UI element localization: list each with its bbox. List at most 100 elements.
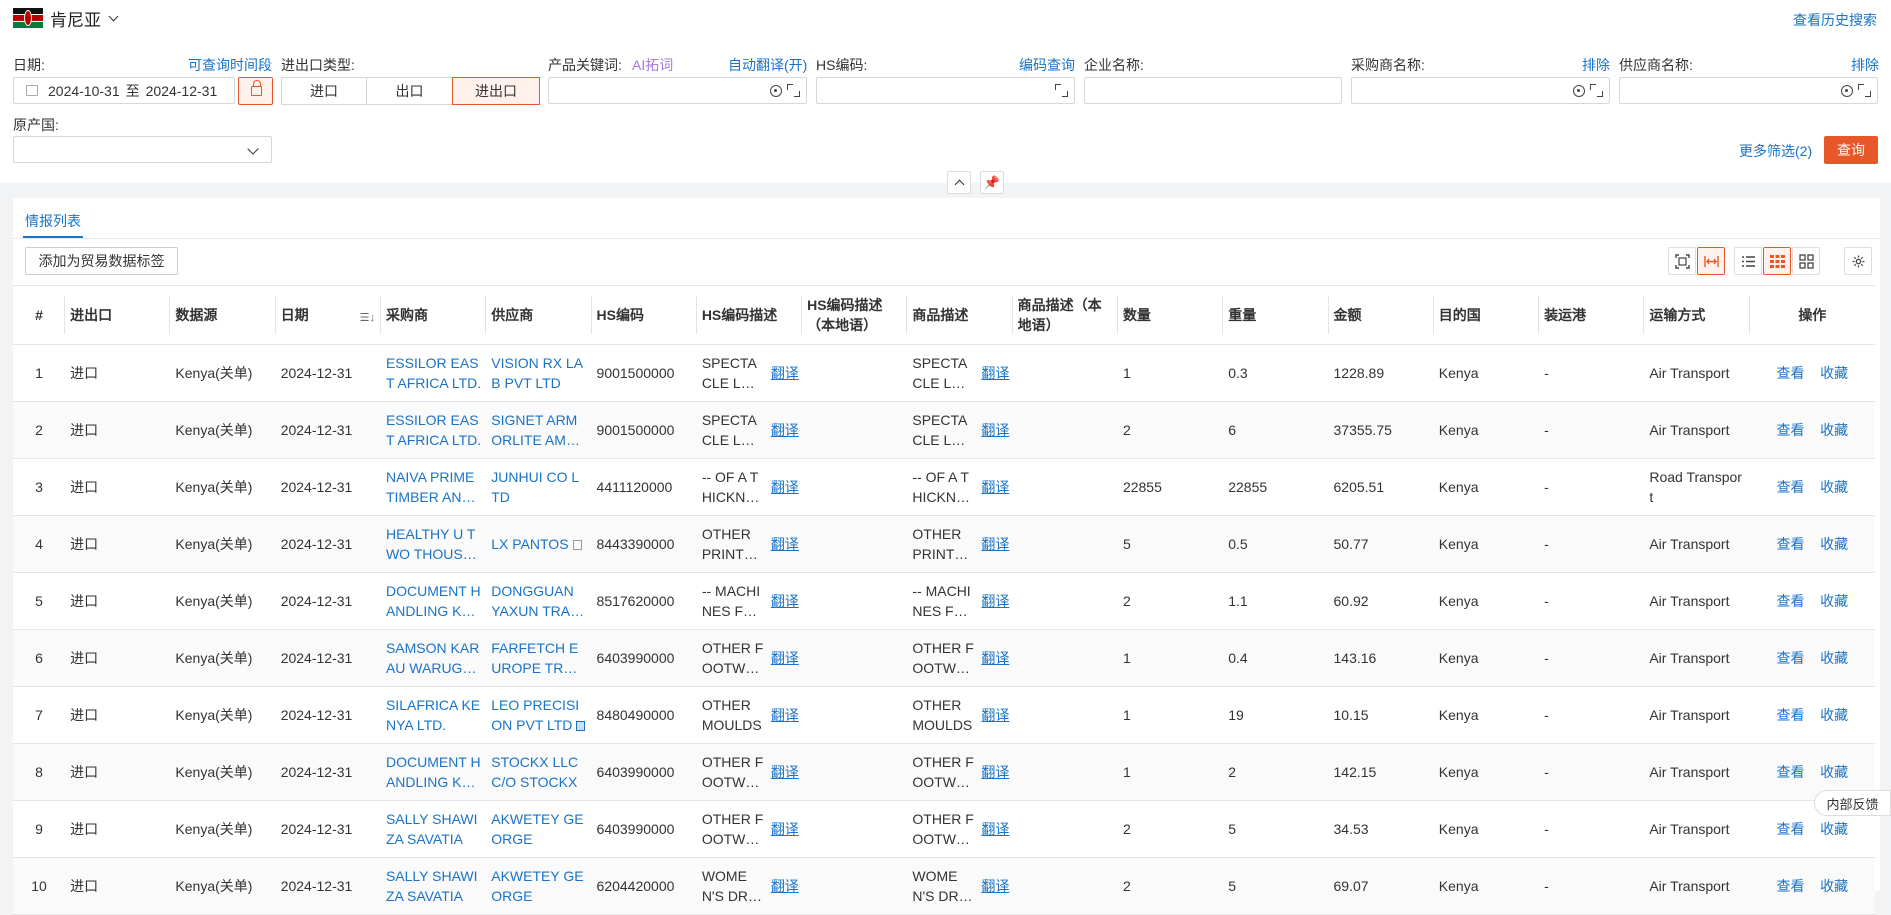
view-link[interactable]: 查看 xyxy=(1777,650,1805,666)
translate-link[interactable]: 翻译 xyxy=(981,363,1009,383)
auto-translate-toggle[interactable]: 自动翻译(开) xyxy=(728,55,807,75)
ai-target-icon[interactable] xyxy=(1841,85,1853,97)
translate-link[interactable]: 翻译 xyxy=(981,705,1009,725)
translate-link[interactable]: 翻译 xyxy=(771,420,799,440)
list-view-icon[interactable] xyxy=(1734,247,1762,275)
trade-type-export[interactable]: 出口 xyxy=(366,77,453,105)
expand-icon[interactable] xyxy=(1055,84,1068,97)
expand-icon[interactable] xyxy=(1590,84,1603,97)
internal-feedback-button[interactable]: 内部反馈 xyxy=(1814,790,1891,816)
supplier-exclude-link[interactable]: 排除 xyxy=(1851,55,1879,75)
buyer-name-input[interactable] xyxy=(1351,77,1610,104)
collect-link[interactable]: 收藏 xyxy=(1820,821,1848,837)
settings-gear-icon[interactable] xyxy=(1844,247,1872,275)
translate-link[interactable]: 翻译 xyxy=(771,363,799,383)
translate-link[interactable]: 翻译 xyxy=(981,477,1009,497)
collect-link[interactable]: 收藏 xyxy=(1820,878,1848,894)
view-link[interactable]: 查看 xyxy=(1777,422,1805,438)
trade-type-import[interactable]: 进口 xyxy=(281,77,367,105)
view-link[interactable]: 查看 xyxy=(1777,593,1805,609)
fit-width-icon[interactable] xyxy=(1697,247,1725,275)
collect-link[interactable]: 收藏 xyxy=(1820,593,1848,609)
more-filters-link[interactable]: 更多筛选(2) xyxy=(1739,141,1812,161)
row-buyer-link[interactable]: ESSILOR EAST AFRICA LTD. xyxy=(386,353,481,393)
trade-type-both[interactable]: 进出口 xyxy=(452,77,540,105)
row-buyer-link[interactable]: DOCUMENT HANDLING KENYA xyxy=(386,752,481,792)
row-buyer-link[interactable]: DOCUMENT HANDLING KENYA xyxy=(386,581,481,621)
ai-target-icon[interactable] xyxy=(1573,85,1585,97)
translate-link[interactable]: 翻译 xyxy=(771,477,799,497)
lock-date-button[interactable] xyxy=(238,77,273,105)
ai-expand-link[interactable]: AI拓词 xyxy=(632,55,673,75)
row-supplier-link[interactable]: LX PANTOS xyxy=(491,534,586,554)
col-header-date[interactable]: 日期 ☰↓ xyxy=(275,285,381,345)
hs-code-input[interactable] xyxy=(816,77,1075,104)
row-buyer-link[interactable]: SALLY SHAWIZA SAVATIA xyxy=(386,809,481,849)
supplier-name-input[interactable] xyxy=(1619,77,1878,104)
translate-link[interactable]: 翻译 xyxy=(771,819,799,839)
row-supplier-link[interactable]: DONGGUAN YAXUN TRADING xyxy=(491,581,586,621)
sort-icon[interactable]: ☰↓ xyxy=(360,308,375,328)
row-buyer-link[interactable]: NAIVA PRIME TIMBER AND HARDWARE xyxy=(386,467,481,507)
row-buyer-link[interactable]: ESSILOR EAST AFRICA LTD. xyxy=(386,410,481,450)
row-supplier-link[interactable]: FARFETCH EUROPE TRADING xyxy=(491,638,586,678)
row-supplier-link[interactable]: SIGNET ARMORLITE AMERICA xyxy=(491,410,586,450)
translate-link[interactable]: 翻译 xyxy=(981,591,1009,611)
collect-link[interactable]: 收藏 xyxy=(1820,422,1848,438)
ai-target-icon[interactable] xyxy=(770,85,782,97)
translate-link[interactable]: 翻译 xyxy=(771,534,799,554)
row-buyer-link[interactable]: SILAFRICA KENYA LTD. xyxy=(386,695,481,735)
row-buyer-link[interactable]: HEALTHY U TWO THOUSAND xyxy=(386,524,481,564)
origin-country-select[interactable] xyxy=(13,136,272,163)
table-view-icon[interactable] xyxy=(1763,247,1791,275)
view-link[interactable]: 查看 xyxy=(1777,707,1805,723)
expand-icon[interactable] xyxy=(787,84,800,97)
product-keyword-input[interactable] xyxy=(548,77,807,104)
row-supplier-link[interactable]: JUNHUI CO LTD xyxy=(491,467,586,507)
view-link[interactable]: 查看 xyxy=(1777,821,1805,837)
query-button[interactable]: 查询 xyxy=(1824,136,1878,164)
view-history-link[interactable]: 查看历史搜索 xyxy=(1793,10,1877,30)
expand-icon[interactable] xyxy=(1858,84,1871,97)
view-link[interactable]: 查看 xyxy=(1777,764,1805,780)
collect-link[interactable]: 收藏 xyxy=(1820,650,1848,666)
translate-link[interactable]: 翻译 xyxy=(981,876,1009,896)
pin-icon[interactable]: 📌 xyxy=(980,171,1004,194)
grid-view-icon[interactable] xyxy=(1792,247,1820,275)
fullscreen-icon[interactable] xyxy=(1668,247,1696,275)
row-supplier-link[interactable]: STOCKX LLC C/O STOCKX xyxy=(491,752,586,792)
collect-link[interactable]: 收藏 xyxy=(1820,365,1848,381)
translate-link[interactable]: 翻译 xyxy=(771,648,799,668)
view-link[interactable]: 查看 xyxy=(1777,878,1805,894)
view-link[interactable]: 查看 xyxy=(1777,479,1805,495)
row-supplier-link[interactable]: VISION RX LAB PVT LTD xyxy=(491,353,586,393)
translate-link[interactable]: 翻译 xyxy=(771,762,799,782)
translate-link[interactable]: 翻译 xyxy=(981,819,1009,839)
row-supplier-link[interactable]: AKWETEY GEORGE xyxy=(491,866,586,906)
row-supplier-link[interactable]: LEO PRECISION PVT LTD xyxy=(491,695,586,735)
country-selector[interactable]: 肯尼亚 xyxy=(13,6,119,30)
buyer-exclude-link[interactable]: 排除 xyxy=(1582,55,1610,75)
tab-intel-list[interactable]: 情报列表 xyxy=(25,211,81,231)
company-name-input[interactable] xyxy=(1084,77,1342,104)
collect-link[interactable]: 收藏 xyxy=(1820,764,1848,780)
company-icon[interactable] xyxy=(576,721,586,731)
translate-link[interactable]: 翻译 xyxy=(771,876,799,896)
row-supplier-link[interactable]: AKWETEY GEORGE xyxy=(491,809,586,849)
collapse-filters-button[interactable] xyxy=(947,171,971,194)
company-icon[interactable] xyxy=(572,540,582,550)
collect-link[interactable]: 收藏 xyxy=(1820,479,1848,495)
translate-link[interactable]: 翻译 xyxy=(771,705,799,725)
row-buyer-link[interactable]: SAMSON KARAU WARUGURU xyxy=(386,638,481,678)
translate-link[interactable]: 翻译 xyxy=(771,591,799,611)
translate-link[interactable]: 翻译 xyxy=(981,762,1009,782)
hs-code-query-link[interactable]: 编码查询 xyxy=(1019,55,1075,75)
date-range-picker[interactable]: 2024-10-31 至 2024-12-31 xyxy=(13,77,235,104)
row-buyer-link[interactable]: SALLY SHAWIZA SAVATIA xyxy=(386,866,481,906)
date-range-link[interactable]: 可查询时间段 xyxy=(188,55,272,75)
add-trade-tag-button[interactable]: 添加为贸易数据标签 xyxy=(25,247,178,275)
translate-link[interactable]: 翻译 xyxy=(981,420,1009,440)
translate-link[interactable]: 翻译 xyxy=(981,648,1009,668)
view-link[interactable]: 查看 xyxy=(1777,365,1805,381)
collect-link[interactable]: 收藏 xyxy=(1820,707,1848,723)
